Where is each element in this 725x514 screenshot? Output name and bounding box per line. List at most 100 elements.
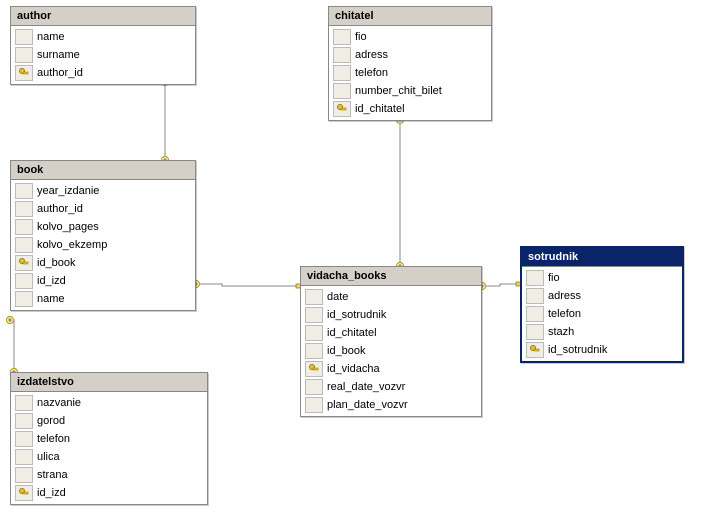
column-icon (15, 395, 33, 411)
column-row[interactable]: author_id (11, 64, 195, 82)
column-row[interactable]: telefon (11, 430, 207, 448)
column-icon (305, 379, 323, 395)
column-name: date (327, 291, 348, 303)
column-row[interactable]: fio (329, 28, 491, 46)
column-name: telefon (37, 433, 70, 445)
key-icon (15, 65, 33, 81)
entity-book[interactable]: book year_izdanie author_id kolvo_pages … (10, 160, 196, 311)
column-name: plan_date_vozvr (327, 399, 408, 411)
key-icon (526, 342, 544, 358)
key-icon (333, 101, 351, 117)
column-icon (305, 325, 323, 341)
column-row[interactable]: real_date_vozvr (301, 378, 481, 396)
column-icon (15, 291, 33, 307)
column-name: name (37, 31, 65, 43)
column-row[interactable]: author_id (11, 200, 195, 218)
column-row[interactable]: plan_date_vozvr (301, 396, 481, 414)
column-row[interactable]: id_chitatel (301, 324, 481, 342)
column-name: id_izd (37, 487, 66, 499)
column-name: kolvo_ekzemp (37, 239, 107, 251)
entity-author[interactable]: author name surname author_id (10, 6, 196, 85)
column-icon (333, 47, 351, 63)
column-name: ulica (37, 451, 60, 463)
column-name: id_book (37, 257, 76, 269)
column-row[interactable]: adress (329, 46, 491, 64)
column-row[interactable]: id_sotrudnik (522, 341, 682, 359)
column-name: id_book (327, 345, 366, 357)
column-icon (305, 397, 323, 413)
column-name: real_date_vozvr (327, 381, 405, 393)
column-row[interactable]: nazvanie (11, 394, 207, 412)
column-name: fio (355, 31, 367, 43)
column-name: stazh (548, 326, 574, 338)
column-row[interactable]: telefon (329, 64, 491, 82)
column-name: gorod (37, 415, 65, 427)
column-icon (15, 201, 33, 217)
entity-body: date id_sotrudnik id_chitatel id_book id… (301, 286, 481, 416)
column-name: id_chitatel (327, 327, 377, 339)
entity-title: vidacha_books (301, 267, 481, 286)
column-icon (15, 449, 33, 465)
column-icon (15, 431, 33, 447)
column-row[interactable]: surname (11, 46, 195, 64)
column-row[interactable]: adress (522, 287, 682, 305)
entity-title: chitatel (329, 7, 491, 26)
column-name: id_izd (37, 275, 66, 287)
column-row[interactable]: number_chit_bilet (329, 82, 491, 100)
column-name: fio (548, 272, 560, 284)
column-row[interactable]: id_book (11, 254, 195, 272)
column-icon (15, 237, 33, 253)
column-row[interactable]: stazh (522, 323, 682, 341)
column-name: telefon (548, 308, 581, 320)
column-name: kolvo_pages (37, 221, 99, 233)
column-row[interactable]: year_izdanie (11, 182, 195, 200)
column-row[interactable]: id_vidacha (301, 360, 481, 378)
column-row[interactable]: telefon (522, 305, 682, 323)
column-icon (305, 289, 323, 305)
column-icon (333, 29, 351, 45)
column-row[interactable]: gorod (11, 412, 207, 430)
column-row[interactable]: name (11, 28, 195, 46)
column-name: author_id (37, 67, 83, 79)
column-name: name (37, 293, 65, 305)
column-name: telefon (355, 67, 388, 79)
entity-chitatel[interactable]: chitatel fio adress telefon number_chit_… (328, 6, 492, 121)
column-row[interactable]: id_sotrudnik (301, 306, 481, 324)
entity-izdatelstvo[interactable]: izdatelstvo nazvanie gorod telefon ulica… (10, 372, 208, 505)
column-row[interactable]: kolvo_ekzemp (11, 236, 195, 254)
column-icon (526, 270, 544, 286)
column-name: author_id (37, 203, 83, 215)
diagram-canvas: author name surname author_id chitatel f… (0, 0, 725, 514)
column-row[interactable]: strana (11, 466, 207, 484)
column-icon (305, 307, 323, 323)
column-icon (15, 219, 33, 235)
key-icon (305, 361, 323, 377)
entity-title: book (11, 161, 195, 180)
column-row[interactable]: ulica (11, 448, 207, 466)
column-row[interactable]: fio (522, 269, 682, 287)
column-icon (15, 47, 33, 63)
entity-sotrudnik[interactable]: sotrudnik fio adress telefon stazh id_so… (520, 246, 684, 363)
column-row[interactable]: id_book (301, 342, 481, 360)
column-row[interactable]: id_izd (11, 484, 207, 502)
entity-body: fio adress telefon stazh id_sotrudnik (522, 267, 682, 361)
column-name: year_izdanie (37, 185, 99, 197)
column-icon (15, 273, 33, 289)
entity-vidacha-books[interactable]: vidacha_books date id_sotrudnik id_chita… (300, 266, 482, 417)
entity-title: author (11, 7, 195, 26)
column-row[interactable]: id_izd (11, 272, 195, 290)
column-icon (15, 413, 33, 429)
key-icon (15, 485, 33, 501)
column-icon (15, 29, 33, 45)
column-row[interactable]: name (11, 290, 195, 308)
column-row[interactable]: kolvo_pages (11, 218, 195, 236)
column-icon (526, 288, 544, 304)
column-icon (333, 83, 351, 99)
entity-title: izdatelstvo (11, 373, 207, 392)
column-row[interactable]: date (301, 288, 481, 306)
column-name: number_chit_bilet (355, 85, 442, 97)
entity-title: sotrudnik (522, 248, 682, 267)
column-row[interactable]: id_chitatel (329, 100, 491, 118)
column-name: adress (355, 49, 388, 61)
column-name: id_chitatel (355, 103, 405, 115)
